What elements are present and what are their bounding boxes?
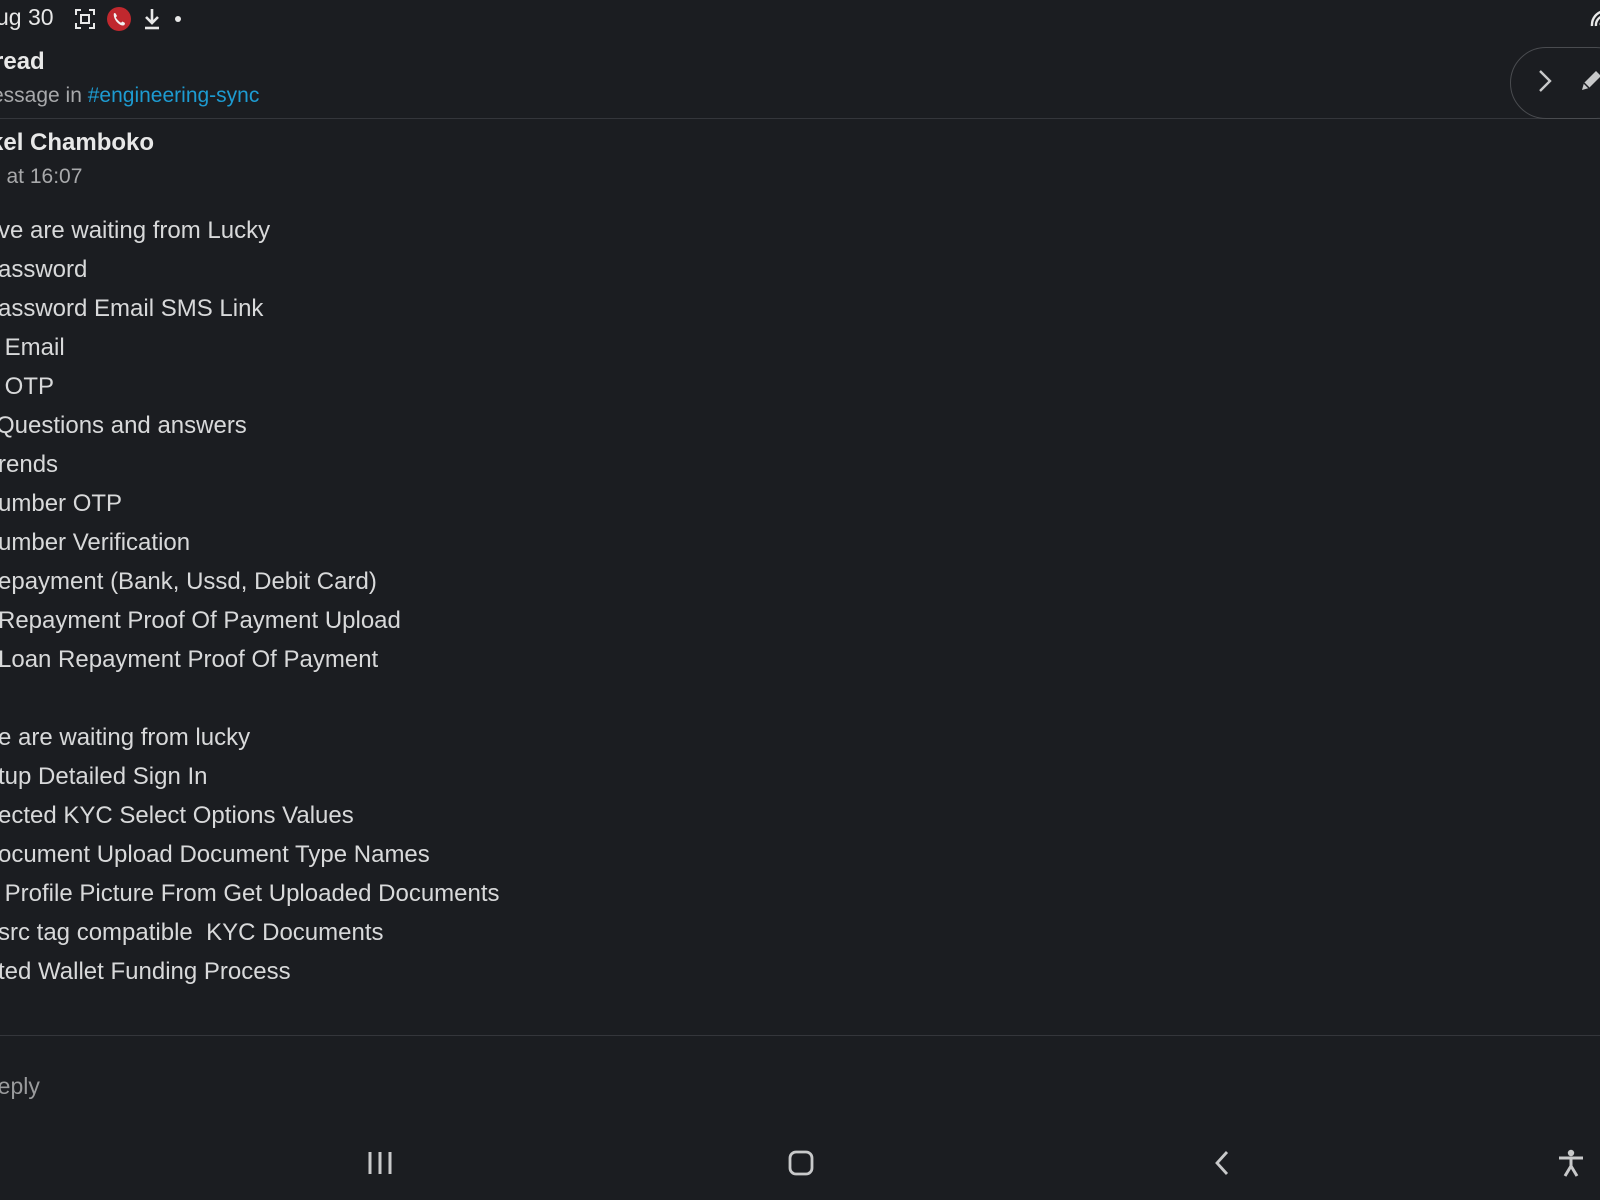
- accessibility-icon: [1556, 1148, 1586, 1183]
- wifi-icon: [1584, 6, 1600, 35]
- message-line: assword: [0, 256, 88, 283]
- message-line: Loan Repayment Proof Of Payment: [0, 646, 379, 673]
- download-icon: [142, 7, 162, 31]
- back-button[interactable]: [1192, 1130, 1252, 1200]
- back-icon: [1211, 1149, 1233, 1182]
- message-line: OTP: [0, 373, 55, 400]
- message-line: src tag compatible KYC Documents: [0, 919, 384, 946]
- message-line: Questions and answers: [0, 412, 247, 439]
- message-line: Repayment Proof Of Payment Upload: [0, 607, 401, 634]
- message-line: umber Verification: [0, 529, 191, 556]
- message-line: ve are waiting from Lucky: [0, 217, 271, 244]
- chevron-right-icon: [1535, 68, 1555, 99]
- system-nav-bar: [0, 1130, 1600, 1200]
- message-line: umber OTP: [0, 490, 123, 517]
- status-icons: [74, 6, 184, 32]
- recent-apps-button[interactable]: [350, 1130, 410, 1200]
- message-line: ocument Upload Document Type Names: [0, 841, 430, 868]
- status-bar: ug 30: [0, 0, 1600, 36]
- thread-header: read essage in #engineering-sync: [0, 40, 1600, 119]
- edit-icon: [1577, 67, 1600, 100]
- home-button[interactable]: [771, 1130, 831, 1200]
- message-timestamp: l at 16:07: [0, 165, 83, 188]
- message-line: epayment (Bank, Ussd, Debit Card): [0, 568, 377, 595]
- subtitle-prefix: essage in: [0, 84, 88, 107]
- thread-screen: ug 30 ead essage in #engineering-sync ke…: [0, 0, 1600, 1200]
- accessibility-button[interactable]: [1556, 1130, 1600, 1200]
- thread-subtitle: essage in #engineering-sync: [0, 84, 259, 108]
- chevron-right-button[interactable]: [1523, 48, 1567, 118]
- message-line: Email: [0, 334, 65, 361]
- message-line: tup Detailed Sign In: [0, 763, 208, 790]
- message-line: ected KYC Select Options Values: [0, 802, 354, 829]
- thread-title: read: [0, 48, 45, 75]
- message-line: Profile Picture From Get Uploaded Docume…: [0, 880, 500, 907]
- notification-dot-icon: [172, 13, 184, 25]
- message-line: e are waiting from lucky: [0, 724, 251, 751]
- message-author[interactable]: kel Chamboko: [0, 129, 154, 157]
- screenshot-icon: [74, 8, 96, 30]
- message-line: ted Wallet Funding Process: [0, 958, 291, 985]
- call-icon: [106, 6, 132, 32]
- status-date: ug 30: [0, 4, 54, 30]
- reply-divider: [0, 1035, 1600, 1036]
- header-actions: [1510, 47, 1600, 119]
- reply-input[interactable]: [0, 1068, 1570, 1104]
- message-line: assword Email SMS Link: [0, 295, 264, 322]
- channel-link[interactable]: #engineering-sync: [88, 84, 260, 107]
- home-icon: [787, 1149, 815, 1182]
- recent-apps-icon: [366, 1150, 394, 1181]
- message-line: rends: [0, 451, 59, 478]
- edit-button[interactable]: [1569, 48, 1600, 118]
